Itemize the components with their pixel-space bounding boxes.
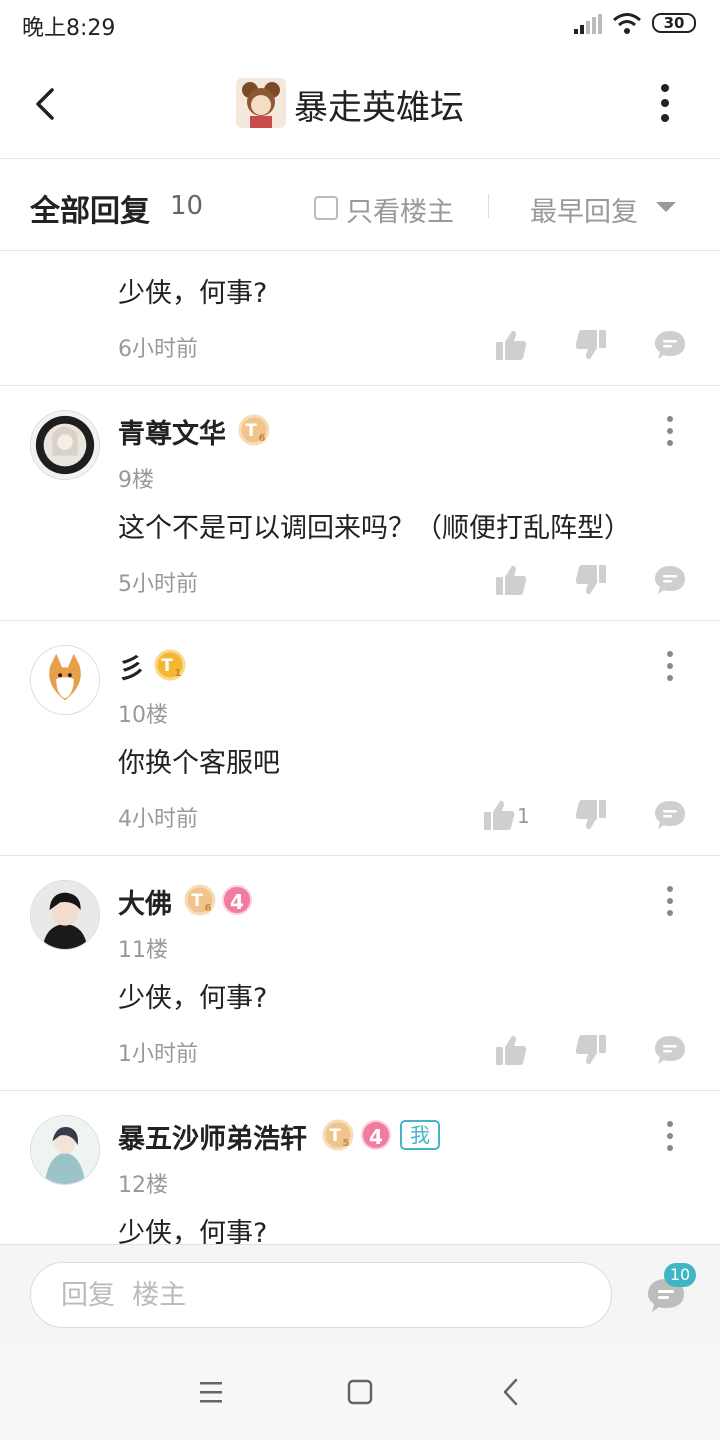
- reply-item: 彡 T 1 10楼 你换个客服吧 4小时前 1: [0, 621, 720, 855]
- avatar[interactable]: [30, 410, 100, 480]
- level-badge: 4: [222, 885, 252, 915]
- username[interactable]: 彡: [118, 647, 145, 686]
- level-badge: 4: [361, 1120, 391, 1150]
- comment-bubble-icon[interactable]: [653, 1033, 687, 1067]
- reply-time: 4小时前: [118, 807, 198, 832]
- reply-filter-bar: 全部回复 10 只看楼主 最早回复: [0, 160, 720, 251]
- reply-time: 6小时前: [118, 337, 198, 362]
- avatar[interactable]: [30, 645, 100, 715]
- avatar[interactable]: [30, 880, 100, 950]
- chevron-down-icon[interactable]: [656, 202, 676, 212]
- system-nav-bar: [0, 1344, 720, 1440]
- back-arrow-icon[interactable]: [26, 82, 66, 126]
- svg-text:T: T: [191, 891, 203, 911]
- reply-time: 1小时前: [118, 1042, 198, 1067]
- svg-text:T: T: [329, 1126, 341, 1146]
- t-level-badge-icon: T 1: [154, 649, 186, 681]
- like-count: 1: [517, 804, 530, 828]
- forum-avatar[interactable]: [236, 78, 286, 128]
- only-owner-checkbox[interactable]: [314, 196, 338, 220]
- menu-icon[interactable]: [190, 1372, 230, 1412]
- t-level-number: 1: [175, 668, 182, 679]
- more-vertical-icon[interactable]: [660, 649, 680, 683]
- reply-item: 大佛 T 6 4 11楼 少侠，何事? 1小时前: [0, 856, 720, 1090]
- t-level-number: 6: [259, 433, 266, 444]
- reply-text: 这个不是可以调回来吗？（顺便打乱阵型）: [118, 513, 631, 544]
- floor-number: 10楼: [118, 703, 168, 728]
- reply-bar: 10: [0, 1244, 720, 1345]
- back-triangle-icon[interactable]: [492, 1372, 532, 1412]
- forum-title[interactable]: 暴走英雄坛: [294, 80, 464, 129]
- thumbs-up-icon[interactable]: [482, 798, 516, 832]
- thumbs-down-icon[interactable]: [574, 798, 608, 832]
- app-header: 暴走英雄坛: [0, 50, 720, 159]
- more-vertical-icon[interactable]: [650, 80, 680, 126]
- reply-input[interactable]: [30, 1262, 612, 1328]
- sort-dropdown[interactable]: 最早回复: [530, 190, 638, 229]
- thumbs-up-icon[interactable]: [494, 563, 528, 597]
- only-owner-label[interactable]: 只看楼主: [346, 190, 454, 229]
- reply-item: 青尊文华 T 6 9楼 这个不是可以调回来吗？（顺便打乱阵型） 5小时前: [0, 386, 720, 620]
- reply-time: 5小时前: [118, 572, 198, 597]
- divider: [488, 194, 489, 218]
- comment-bubble-icon[interactable]: [653, 563, 687, 597]
- reply-item: 暴五沙师弟浩轩 T 5 4 我 12楼 少侠，何事?: [0, 1091, 720, 1244]
- comment-bubble-icon[interactable]: [653, 798, 687, 832]
- svg-text:T: T: [161, 656, 173, 676]
- wifi-icon: [613, 13, 641, 34]
- thumbs-down-icon[interactable]: [574, 328, 608, 362]
- comment-bubble-icon[interactable]: [653, 328, 687, 362]
- floor-number: 12楼: [118, 1173, 168, 1198]
- comment-count-badge: 10: [664, 1263, 696, 1287]
- reply-item: 少侠，何事? 6小时前: [0, 251, 720, 385]
- reply-text: 少侠，何事?: [118, 1218, 268, 1244]
- username[interactable]: 青尊文华: [118, 412, 226, 451]
- battery-indicator: 30: [652, 13, 696, 33]
- reply-text: 少侠，何事?: [118, 983, 268, 1014]
- thumbs-up-icon[interactable]: [494, 328, 528, 362]
- signal-icon: [574, 14, 602, 34]
- status-time: 晚上8:29: [22, 16, 116, 41]
- more-vertical-icon[interactable]: [660, 1119, 680, 1153]
- svg-text:T: T: [245, 421, 257, 441]
- all-replies-label: 全部回复: [30, 194, 150, 229]
- home-square-icon[interactable]: [340, 1372, 380, 1412]
- floor-number: 9楼: [118, 468, 154, 493]
- username[interactable]: 暴五沙师弟浩轩: [118, 1117, 307, 1156]
- username[interactable]: 大佛: [118, 882, 172, 921]
- reply-text: 少侠，何事?: [118, 278, 268, 309]
- t-level-number: 5: [343, 1138, 350, 1149]
- t-level-badge-icon: T 6: [238, 414, 270, 446]
- t-level-badge-icon: T 5: [322, 1119, 354, 1151]
- t-level-number: 6: [205, 903, 212, 914]
- more-vertical-icon[interactable]: [660, 414, 680, 448]
- me-tag: 我: [400, 1120, 440, 1150]
- reply-count: 10: [170, 191, 204, 221]
- thumbs-down-icon[interactable]: [574, 1033, 608, 1067]
- thumbs-up-icon[interactable]: [494, 1033, 528, 1067]
- avatar[interactable]: [30, 1115, 100, 1185]
- floor-number: 11楼: [118, 938, 168, 963]
- t-level-badge-icon: T 6: [184, 884, 216, 916]
- thumbs-down-icon[interactable]: [574, 563, 608, 597]
- more-vertical-icon[interactable]: [660, 884, 680, 918]
- status-bar: 晚上8:29 30: [0, 0, 720, 50]
- reply-text: 你换个客服吧: [118, 748, 280, 779]
